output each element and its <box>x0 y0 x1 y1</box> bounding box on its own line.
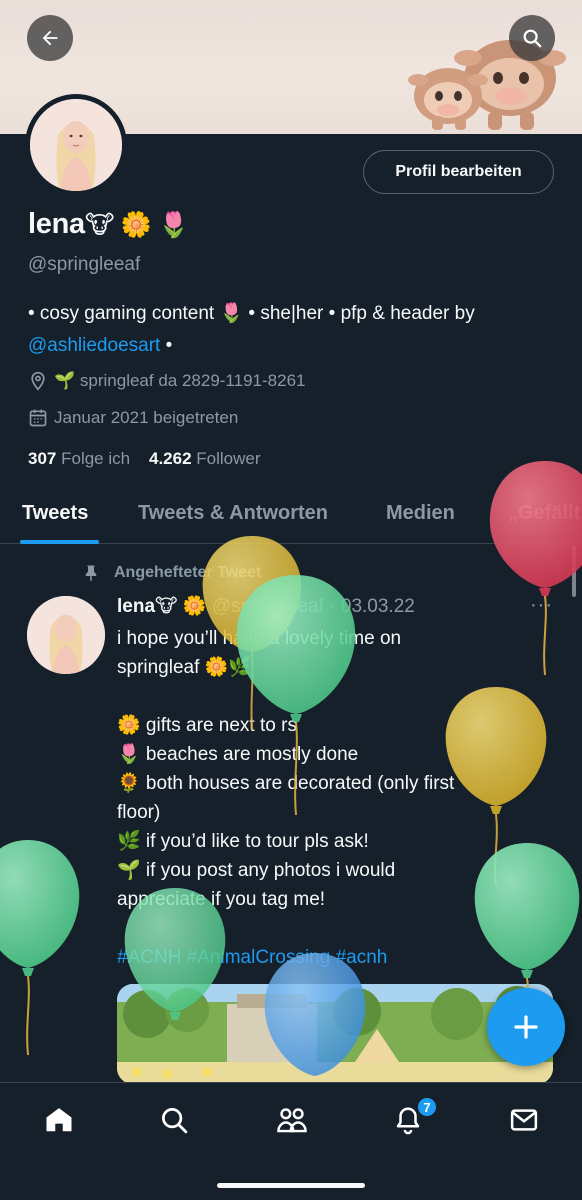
tweet-line: i hope you’ll have a lovely time on <box>117 628 402 649</box>
location-pin-icon <box>31 371 45 391</box>
home-indicator[interactable] <box>217 1183 365 1188</box>
nav-search[interactable] <box>154 1100 194 1140</box>
arrow-left-icon <box>42 30 58 46</box>
tweet-line <box>117 914 547 943</box>
profile-joined: Januar 2021 beigetreten <box>28 408 238 428</box>
tab-tweets-replies[interactable]: Tweets & Antworten <box>138 502 328 525</box>
pinned-label: Angehefteter Tweet <box>82 563 261 583</box>
tweet-line: floor) <box>117 802 161 823</box>
pinned-text: Angehefteter Tweet <box>114 564 262 581</box>
tweet-line <box>117 682 547 711</box>
tab-likes[interactable]: „Gefällt mir“ <box>508 502 582 525</box>
back-button[interactable] <box>27 15 73 61</box>
following-stat[interactable]: 307 Folge ich <box>28 449 130 468</box>
search-icon <box>162 1108 188 1134</box>
tweet-line: 🌿 if you’d like to tour pls ask! <box>117 831 369 852</box>
following-count: 307 <box>28 449 57 468</box>
tweet-more-button[interactable]: ··· <box>530 594 553 617</box>
balloon-green <box>0 840 80 1056</box>
tab-media[interactable]: Medien <box>386 502 455 525</box>
tweet-header: lena🐮 🌼 @springleeaf · 03.03.22 <box>117 594 415 618</box>
tweet-meta: @springleeaf · 03.03.22 <box>211 596 415 617</box>
profile-handle: @springleeaf <box>28 254 141 275</box>
edit-profile-button[interactable]: Profil bearbeiten <box>363 150 554 194</box>
followers-count: 4.262 <box>149 449 192 468</box>
profile-avatar[interactable] <box>25 94 127 196</box>
avatar-image <box>30 99 122 191</box>
home-icon <box>46 1108 72 1132</box>
profile-stats: 307 Folge ich 4.262 Follower <box>28 449 261 469</box>
nav-communities[interactable] <box>272 1100 312 1140</box>
scrollbar[interactable] <box>572 545 576 597</box>
tweet-author-name[interactable]: lena <box>117 596 155 617</box>
search-icon <box>523 29 542 48</box>
bio-text: • cosy gaming content 🌷 • she|her • pfp … <box>28 303 475 324</box>
joined-text: Januar 2021 beigetreten <box>54 408 239 427</box>
compose-tweet-button[interactable] <box>487 988 565 1066</box>
tweet-line: 🌼 gifts are next to rs <box>117 715 297 736</box>
tweet-author-avatar[interactable] <box>27 596 105 674</box>
search-button[interactable] <box>509 15 555 61</box>
tweet-text: i hope you’ll have a lovely time on spri… <box>117 624 547 972</box>
followers-stat[interactable]: 4.262 Follower <box>149 449 261 468</box>
profile-name: lena🐮 🌼 🌷 <box>28 208 189 241</box>
nav-messages[interactable] <box>504 1100 544 1140</box>
calendar-icon <box>29 409 47 427</box>
active-tab-indicator <box>20 540 99 544</box>
profile-tabs: Tweets Tweets & Antworten Medien „Gefäll… <box>0 486 582 544</box>
tweet-line: appreciate if you tag me! <box>117 889 326 910</box>
name-emojis: 🐮 🌼 🌷 <box>84 211 190 239</box>
profile-location: 🌱 springleaf da 2829-1191-8261 <box>28 371 305 391</box>
messages-icon <box>510 1109 538 1131</box>
followers-label: Follower <box>196 449 261 468</box>
tweet-line: 🌱 if you post any photos i would <box>117 860 396 881</box>
location-text: 🌱 springleaf da 2829-1191-8261 <box>54 371 306 390</box>
tweet-line: springleaf 🌼🌿 <box>117 657 252 678</box>
bio-mention-link[interactable]: @ashliedoesart <box>28 335 160 356</box>
tweet-author-emojis: 🐮 🌼 <box>155 596 207 617</box>
bio-tail: • <box>160 335 173 356</box>
tweet-line: 🌻 both houses are decorated (only first <box>117 773 455 794</box>
tweet-line: 🌷 beaches are mostly done <box>117 744 359 765</box>
pin-icon <box>85 565 97 582</box>
notification-badge: 7 <box>416 1096 438 1118</box>
display-name: lena <box>28 208 85 240</box>
tab-tweets[interactable]: Tweets <box>22 502 88 525</box>
profile-bio: • cosy gaming content 🌷 • she|her • pfp … <box>28 298 558 362</box>
plus-icon <box>514 1015 538 1039</box>
following-label: Folge ich <box>61 449 131 468</box>
communities-icon <box>277 1108 307 1133</box>
tweet-hashtags[interactable]: #ACNH #AnimalCrossing #acnh <box>117 943 547 972</box>
nav-home[interactable] <box>39 1100 79 1140</box>
